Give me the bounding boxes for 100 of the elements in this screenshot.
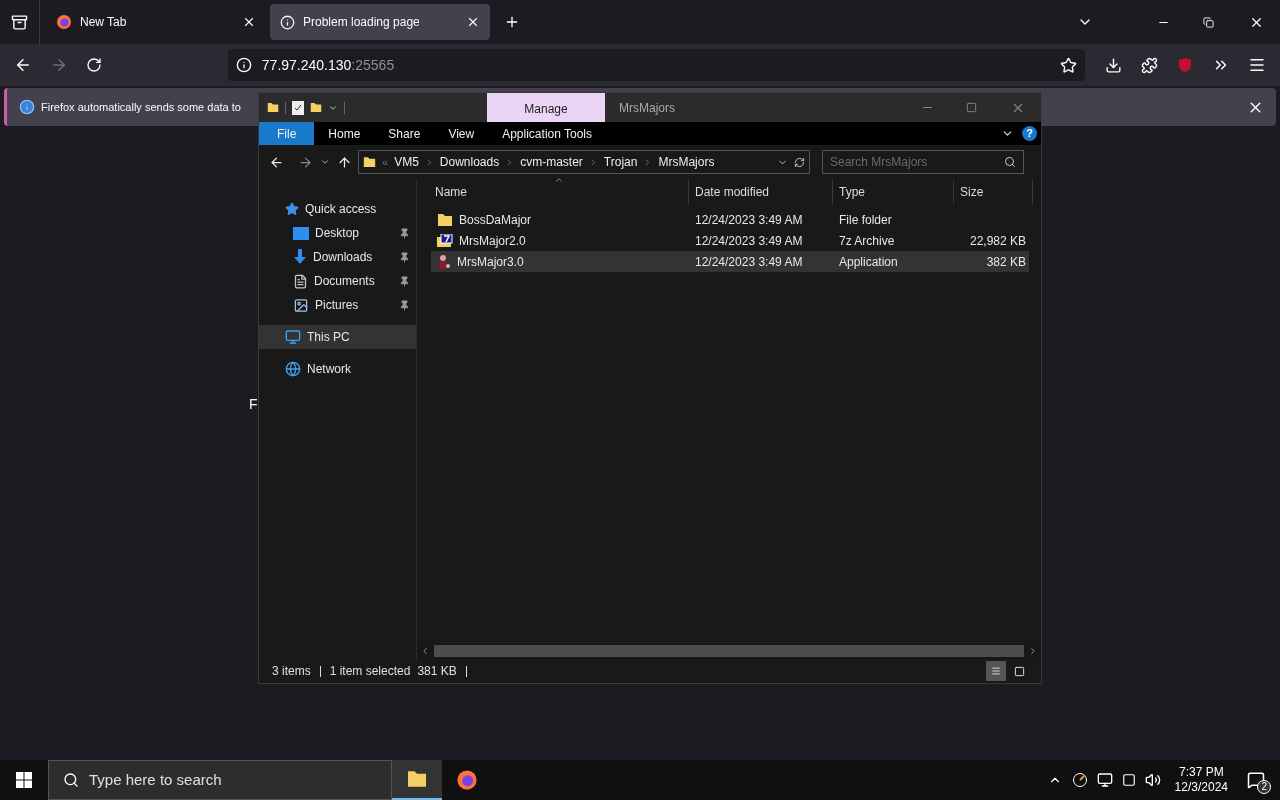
nav-item[interactable]: Quick access (259, 197, 416, 221)
column-header[interactable]: Size (954, 180, 1033, 204)
ribbon-tab[interactable]: View (434, 122, 489, 145)
new-tab-icon[interactable] (504, 14, 520, 30)
menu-icon[interactable] (1248, 56, 1266, 74)
ribbon-tab[interactable]: Share (374, 122, 435, 145)
tab-title: New Tab (80, 14, 128, 31)
properties-icon[interactable] (292, 100, 304, 115)
date-cell-text: 12/24/2023 3:49 AM (694, 253, 804, 271)
nav-label: Desktop (315, 225, 361, 242)
ribbon-tab[interactable]: Application Tools (488, 122, 607, 145)
pin-icon[interactable] (399, 299, 410, 311)
taskbar-explorer-button[interactable] (392, 760, 442, 800)
download-icon (293, 249, 307, 265)
breadcrumb-item[interactable]: Downloads (439, 153, 500, 171)
notification-center-button[interactable]: 2 (1244, 768, 1268, 792)
network-icon (285, 361, 301, 377)
nav-item[interactable]: Network (259, 357, 416, 381)
file-row[interactable]: BossDaMajor 12/24/2023 3:49 AM File folder (431, 209, 1029, 230)
details-icon (991, 665, 1001, 677)
nav-label: Downloads (313, 249, 374, 266)
back-icon[interactable] (14, 56, 32, 74)
restore-icon[interactable] (1203, 16, 1214, 28)
maximize-icon[interactable] (966, 102, 977, 113)
nav-label: Documents (314, 273, 376, 290)
taskbar-search-field[interactable]: Type here to search (48, 760, 392, 800)
new-folder-icon (310, 100, 322, 115)
nav-item[interactable]: Pictures (267, 293, 416, 317)
clock-time: 7:37 PM (1178, 765, 1224, 780)
firefox-icon (456, 769, 478, 791)
firefox-icon (56, 14, 72, 30)
gauge-icon[interactable] (1071, 772, 1088, 788)
column-header[interactable]: Name (417, 180, 689, 204)
file-name: MrsMajor2.0 (459, 232, 526, 250)
pictures-icon (293, 297, 309, 313)
back-icon[interactable] (269, 154, 284, 170)
browser-tab[interactable]: New Tab (46, 4, 266, 40)
browser-tab[interactable]: Problem loading page (270, 4, 490, 40)
folder-icon (267, 100, 279, 115)
scroll-left-icon[interactable] (420, 646, 430, 656)
application-icon (437, 253, 451, 270)
size-cell-text: 22,982 KB (969, 232, 1026, 250)
desktop-icon (293, 226, 309, 240)
archive-icon (437, 233, 453, 248)
message-icon (1247, 771, 1265, 789)
tab-title: Problem loading page (303, 14, 421, 31)
pin-icon[interactable] (399, 275, 410, 287)
breadcrumb-item[interactable]: MrsMajors (658, 153, 715, 171)
up-icon[interactable] (337, 154, 352, 170)
display-icon[interactable] (1096, 772, 1113, 788)
computer-icon (285, 329, 301, 345)
help-button[interactable]: ? (1022, 126, 1037, 141)
extensions-icon[interactable] (1141, 56, 1159, 74)
ribbon-tab[interactable]: Home (314, 122, 375, 145)
nav-label: Pictures (315, 297, 360, 314)
breadcrumb-item[interactable]: VM5 (394, 153, 419, 171)
refresh-icon[interactable] (794, 156, 805, 168)
breadcrumb-item[interactable]: Trojan (603, 153, 638, 171)
page-text: F (249, 395, 259, 414)
contextual-tab[interactable]: Manage (487, 93, 605, 122)
file-row[interactable]: MrsMajor3.0 12/24/2023 3:49 AM Application 382 KB (431, 251, 1029, 272)
column-header[interactable]: Date modified (689, 180, 833, 204)
breadcrumb-overflow[interactable]: « (382, 153, 389, 171)
date-cell-text: 12/24/2023 3:49 AM (694, 211, 804, 229)
column-header[interactable]: Type (833, 180, 954, 204)
download-icon[interactable] (1105, 56, 1123, 74)
nav-item[interactable]: Desktop (267, 221, 416, 245)
tiles-icon (1012, 665, 1026, 677)
search-icon (63, 772, 79, 788)
window-title: MrsMajors (619, 99, 675, 117)
address-bar[interactable]: « VM5 Downloads cvm-master Trojan MrsMajors (358, 150, 810, 174)
pin-icon[interactable] (399, 251, 410, 263)
notification-text: Firefox automatically sends some data to (41, 99, 241, 115)
size-cell-text: 382 KB (986, 253, 1026, 271)
pin-icon[interactable] (399, 227, 410, 239)
close-icon[interactable] (466, 15, 480, 29)
url-bar[interactable]: 77.97.240.130:25565 (227, 49, 1086, 81)
search-placeholder: Type here to search (89, 769, 222, 790)
nav-item[interactable]: This PC (259, 325, 416, 349)
close-icon[interactable] (242, 15, 256, 29)
file-row[interactable]: MrsMajor2.0 12/24/2023 3:49 AM 7z Archive 22,982 KB (431, 230, 1029, 251)
folder-icon (363, 154, 376, 170)
windows-logo-icon (16, 772, 32, 788)
file-menu-button[interactable]: File (259, 122, 315, 145)
folder-icon (406, 770, 428, 788)
scroll-thumb[interactable] (434, 645, 1024, 657)
shield-extension-icon[interactable] (1177, 57, 1194, 73)
info-icon (280, 14, 295, 30)
search-icon (1004, 156, 1016, 168)
nav-item[interactable]: Downloads (267, 245, 416, 269)
bookmark-star-icon[interactable] (1060, 56, 1078, 74)
nav-item[interactable]: Documents (267, 269, 416, 293)
breadcrumb-item[interactable]: cvm-master (520, 153, 583, 171)
forward-icon[interactable] (298, 154, 313, 170)
star-icon (285, 202, 299, 216)
recent-locations-icon[interactable] (320, 157, 330, 167)
folder-icon (437, 212, 453, 227)
selection-status: 1 item selected (329, 663, 411, 680)
scroll-right-icon[interactable] (1028, 646, 1038, 656)
reload-icon[interactable] (85, 57, 102, 73)
